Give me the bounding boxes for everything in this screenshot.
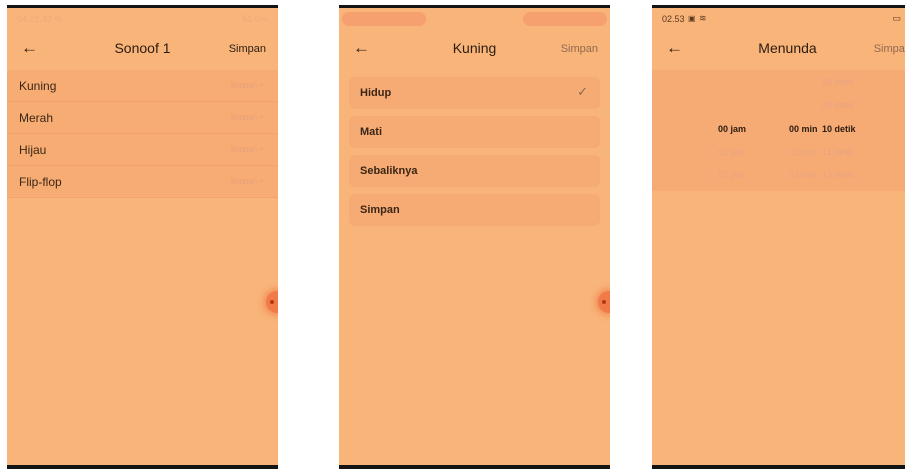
status-bar: [339, 8, 610, 30]
hours-selected[interactable]: 00 jam: [718, 124, 746, 134]
list-item-label: Flip-flop: [19, 175, 62, 189]
screen-kuning: ← Kuning Simpan Hidup ✓ Mati Sebaliknya …: [339, 5, 610, 469]
list-item-value: Simpan >: [229, 177, 264, 186]
minutes-selected[interactable]: 00 min: [789, 124, 818, 134]
seconds-option[interactable]: 11 detik: [822, 147, 853, 157]
save-button[interactable]: Simpan: [561, 43, 598, 55]
app-header: ← Kuning Simpan: [339, 30, 610, 70]
option-sebaliknya[interactable]: Sebaliknya: [349, 155, 600, 187]
status-battery: 51.0%: [242, 14, 268, 24]
cast-icon: ▭: [892, 13, 901, 23]
list-item-label: Hijau: [19, 143, 47, 157]
save-button[interactable]: Simpan: [874, 43, 905, 55]
seconds-option[interactable]: 09 detik: [822, 100, 854, 110]
option-label: Mati: [360, 126, 382, 138]
status-bar: 04.21.43 % 51.0%: [7, 8, 278, 30]
app-header: ← Menunda Simpan: [652, 30, 905, 70]
hours-option[interactable]: 02 jam: [718, 170, 745, 180]
minutes-option[interactable]: 02 min: [789, 170, 816, 180]
option-label: Sebaliknya: [360, 165, 418, 177]
option-label: Simpan: [360, 204, 400, 216]
floating-assist-icon[interactable]: [266, 291, 278, 313]
list-item-merah[interactable]: Merah Simpan >: [7, 102, 278, 134]
screen-sonoof: 04.21.43 % 51.0% ← Sonoof 1 Simpan Kunin…: [7, 5, 278, 469]
list-item-flip-flop[interactable]: Flip-flop Simpan >: [7, 166, 278, 198]
option-label: Hidup: [360, 87, 392, 99]
save-button[interactable]: Simpan: [229, 43, 266, 55]
status-time: 02.53: [662, 14, 685, 24]
list-item-value: Simpan >: [229, 113, 264, 122]
fab-dot: [270, 300, 274, 304]
status-time: 04.21.43 %: [17, 14, 63, 24]
page-title: Menunda: [758, 40, 817, 56]
seconds-option[interactable]: 12 detik: [822, 170, 854, 180]
list-item-kuning[interactable]: Kuning Simpan >: [7, 70, 278, 102]
list-item-hijau[interactable]: Hijau Simpan >: [7, 134, 278, 166]
status-pill-right: [523, 12, 607, 26]
seconds-option[interactable]: 08 detik: [822, 77, 854, 87]
minutes-option[interactable]: 01 min: [789, 147, 816, 157]
app-header: ← Sonoof 1 Simpan: [7, 30, 278, 70]
floating-assist-icon[interactable]: [598, 291, 610, 313]
option-hidup[interactable]: Hidup ✓: [349, 77, 600, 109]
status-bar: 02.53 ▣ ≋ ▭: [652, 8, 905, 30]
status-pill-left: [342, 12, 426, 26]
list-item-label: Kuning: [19, 79, 57, 93]
seconds-selected[interactable]: 10 detik: [822, 124, 856, 134]
checkmark-icon: ✓: [577, 84, 588, 99]
time-picker[interactable]: 08 detik 09 detik 00 jam 00 min 10 detik…: [652, 70, 905, 191]
list-item-value: Simpan >: [229, 145, 264, 154]
fab-dot: [602, 300, 606, 304]
settings-list: Kuning Simpan > Merah Simpan > Hijau Sim…: [7, 70, 278, 198]
list-item-value: Simpan >: [229, 81, 264, 90]
option-mati[interactable]: Mati: [349, 116, 600, 148]
wifi-icon: ≋: [699, 13, 707, 23]
camera-icon: ▣: [688, 14, 696, 23]
option-simpan[interactable]: Simpan: [349, 194, 600, 226]
hours-option[interactable]: 01 jam: [718, 147, 745, 157]
list-item-label: Merah: [19, 111, 54, 125]
screen-menunda: 02.53 ▣ ≋ ▭ ← Menunda Simpan 08 detik 09…: [652, 5, 905, 469]
